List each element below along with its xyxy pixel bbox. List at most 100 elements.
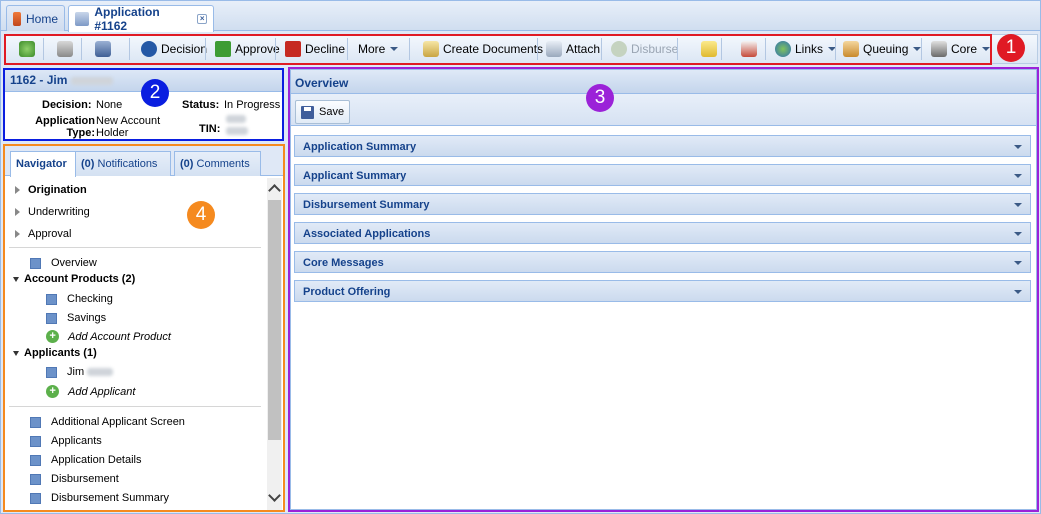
nav-item-disbursement[interactable]: Disbursement [30,473,119,485]
nav-item-checking[interactable]: Checking [46,293,113,305]
tab-navigator[interactable]: Navigator [10,151,76,177]
nav-item-overview[interactable]: Overview [30,257,97,269]
section-associated-applications[interactable]: Associated Applications [294,222,1031,244]
create-documents-button[interactable]: Create Documents [417,37,549,61]
core-menu-button[interactable]: Core [925,37,996,61]
toolbar-separator [275,38,276,60]
overview-toolbar [291,94,1036,126]
refresh-icon [19,41,35,57]
application-window: Home Application #1162 × Decision Approv… [0,0,1041,514]
dollar-icon [611,41,627,57]
status-field-value: In Progress [224,99,281,111]
callout-badge-1: 1 [997,34,1025,62]
chevron-down-icon[interactable] [1014,174,1022,178]
edit-document-icon [75,12,90,26]
add-icon: + [46,330,59,343]
document-icon [423,41,439,57]
decline-button[interactable]: Decline [279,37,351,61]
navigator-scrollbar[interactable] [267,178,282,510]
expand-arrow-icon [15,186,20,194]
more-menu-button[interactable]: More [352,37,404,61]
attach-label: Attach [566,42,601,56]
chevron-down-icon[interactable] [1014,203,1022,207]
chevron-down-icon[interactable] [1014,261,1022,265]
close-tab-icon[interactable]: × [197,14,208,24]
attach-button[interactable]: Attach [540,37,606,61]
add-account-product-label: Add Account Product [68,330,171,343]
calculator-button[interactable] [89,37,121,61]
redacted-surname [70,76,113,85]
chevron-down-icon[interactable] [1014,145,1022,149]
notifications-count: (0) [81,158,95,170]
tab-home[interactable]: Home [6,5,65,31]
tab-application-label: Application #1162 [94,5,160,33]
print-button[interactable] [51,37,83,61]
nav-group-applicants[interactable]: Applicants (1) [13,347,97,359]
tab-notifications[interactable]: (0) Notifications [75,151,171,176]
nav-item-additional-applicant-screen[interactable]: Additional Applicant Screen [30,416,185,428]
section-disbursement-summary[interactable]: Disbursement Summary [294,193,1031,215]
tin-field-label: TIN: [199,123,221,135]
queue-icon [843,41,859,57]
chevron-down-icon[interactable] [1014,232,1022,236]
floppy-disk-icon [301,105,314,119]
decision-button[interactable]: Decision [135,37,213,61]
collapse-arrow-icon [13,350,19,356]
tab-comments[interactable]: (0) Comments [174,151,261,176]
add-applicant-link[interactable]: + Add Applicant [46,385,135,398]
status-field-label: Status: [182,99,220,111]
tab-notifications-label: Notifications [97,158,158,170]
toolbar-separator [537,38,538,60]
decline-icon [285,41,301,57]
nav-item-application-details[interactable]: Application Details [30,454,142,466]
notes-button[interactable] [695,37,727,61]
chevron-down-icon[interactable] [1014,290,1022,294]
nav-stage-approval[interactable]: Approval [15,228,71,240]
section-core-messages[interactable]: Core Messages [294,251,1031,273]
nav-stage-label: Origination [28,184,87,196]
nav-item-savings[interactable]: Savings [46,312,106,324]
nav-item-applicant[interactable]: Jim [46,366,114,378]
checkmark-icon [215,41,231,57]
application-type-value-line2: Holder [96,127,129,139]
mail-button[interactable] [735,37,767,61]
section-applicant-summary[interactable]: Applicant Summary [294,164,1031,186]
refresh-button[interactable] [13,37,45,61]
add-account-product-link[interactable]: + Add Account Product [46,330,171,343]
tab-application[interactable]: Application #1162 × [68,5,214,33]
toolbar-separator [721,38,722,60]
queuing-menu-button[interactable]: Queuing [837,37,927,61]
nav-item-disbursement-summary[interactable]: Disbursement Summary [30,492,169,504]
scroll-down-icon[interactable] [268,489,281,502]
save-button[interactable]: Save [295,100,351,124]
nav-item-label: Application Details [51,454,142,466]
nav-stage-underwriting[interactable]: Underwriting [15,206,90,218]
redacted-tin-1 [226,115,246,123]
toolbar-separator [677,38,678,60]
scrollbar-thumb[interactable] [268,200,281,440]
application-type-label: Application Type: [31,115,95,139]
callout-badge-3: 3 [586,84,614,112]
applicant-info-panel: 1162 - Jim Decision: None Status: In Pro… [4,68,284,141]
nav-stage-label: Approval [28,228,72,240]
nav-item-label: Checking [67,293,113,305]
nav-stage-origination[interactable]: Origination [15,184,87,196]
links-menu-button[interactable]: Links [769,37,842,61]
save-label: Save [319,106,345,118]
tab-bar: Home Application #1162 × [1,1,1040,33]
nav-group-account-products[interactable]: Account Products (2) [13,273,135,285]
scroll-up-icon[interactable] [268,184,281,197]
mail-icon [741,41,757,57]
redacted-surname [87,368,114,376]
section-application-summary[interactable]: Application Summary [294,135,1031,157]
section-product-offering[interactable]: Product Offering [294,280,1031,302]
decline-label: Decline [305,42,346,56]
create-documents-label: Create Documents [443,42,544,56]
disburse-button[interactable]: Disburse [605,37,684,61]
toolbar-separator [43,38,44,60]
person-icon [46,366,57,378]
decision-field-label: Decision: [42,99,92,111]
nav-item-applicants[interactable]: Applicants [30,435,102,447]
toolbar-separator [601,38,602,60]
approve-label: Approve [235,42,280,56]
